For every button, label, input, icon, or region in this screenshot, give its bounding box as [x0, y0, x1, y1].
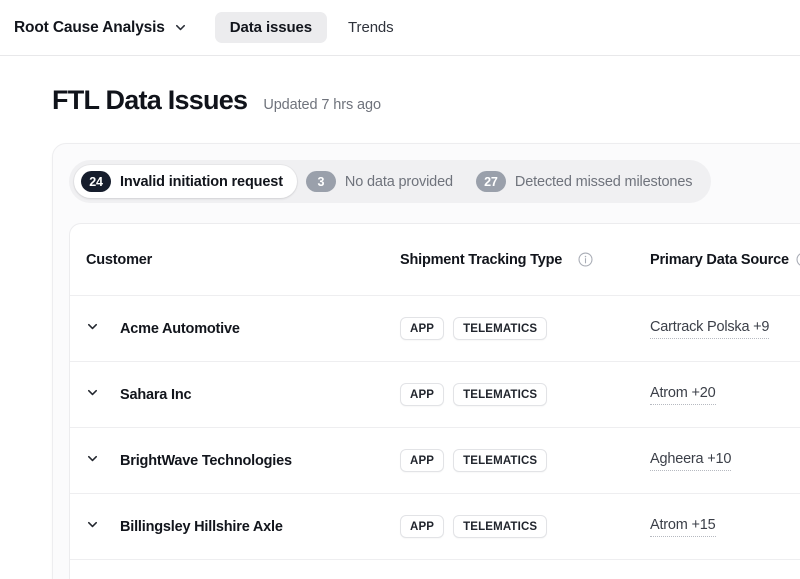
- tab-trends-label: Trends: [348, 19, 394, 36]
- row-expand-chevron-down-icon[interactable]: [86, 386, 99, 404]
- column-header-primary-data-source[interactable]: Primary Data Source: [650, 251, 800, 269]
- page-header: FTL Data Issues Updated 7 hrs ago: [0, 56, 800, 116]
- cell-customer: Sahara Inc: [70, 386, 400, 404]
- tracking-type-chip[interactable]: APP: [400, 383, 445, 406]
- primary-data-source-value[interactable]: Atrom +20: [650, 385, 716, 405]
- tracking-type-chip[interactable]: TELEMATICS: [453, 515, 548, 538]
- filter-pill-count: 24: [81, 171, 111, 192]
- filter-pill-invalid-initiation-request[interactable]: 24 Invalid initiation request: [74, 165, 297, 198]
- tracking-type-chip[interactable]: APP: [400, 317, 445, 340]
- table-row[interactable]: Sahara Inc APP TELEMATICS Atrom +20: [70, 362, 800, 428]
- filter-pill-count: 27: [475, 171, 506, 192]
- row-expand-chevron-down-icon[interactable]: [86, 452, 99, 470]
- root-cause-analysis-dropdown[interactable]: Root Cause Analysis: [14, 15, 193, 41]
- data-issues-panel: 24 Invalid initiation request 3 No data …: [52, 143, 800, 579]
- column-header-shipment-tracking-type[interactable]: Shipment Tracking Type: [400, 251, 650, 269]
- row-expand-chevron-down-icon[interactable]: [86, 320, 99, 338]
- column-header-primary-data-source-label: Primary Data Source: [650, 251, 789, 268]
- table-row[interactable]: Acme Automotive APP TELEMATICS Cartrack …: [70, 296, 800, 362]
- customer-name: BrightWave Technologies: [120, 452, 292, 469]
- top-navigation-bar: Root Cause Analysis Data issues Trends: [0, 0, 800, 56]
- cell-shipment-tracking-type: APP TELEMATICS: [400, 317, 650, 340]
- tracking-type-chip[interactable]: TELEMATICS: [453, 317, 548, 340]
- cell-customer: Billingsley Hillshire Axle: [70, 518, 400, 536]
- tracking-type-chip[interactable]: APP: [400, 449, 445, 472]
- filter-pill-label: Invalid initiation request: [120, 173, 283, 190]
- filter-pill-label: Detected missed milestones: [514, 173, 693, 190]
- column-header-customer-label: Customer: [86, 251, 153, 268]
- info-circle-icon[interactable]: [571, 251, 593, 269]
- filter-pill-label: No data provided: [344, 173, 453, 190]
- last-updated-label: Updated 7 hrs ago: [263, 97, 381, 113]
- cell-customer: Acme Automotive: [70, 320, 400, 338]
- cell-primary-data-source: Atrom +15: [650, 517, 800, 537]
- primary-data-source-value[interactable]: Atrom +15: [650, 517, 716, 537]
- row-expand-chevron-down-icon[interactable]: [86, 518, 99, 536]
- tracking-type-chip[interactable]: APP: [400, 515, 445, 538]
- app-root: Root Cause Analysis Data issues Trends F…: [0, 0, 800, 579]
- cell-primary-data-source: Cartrack Polska +9: [650, 319, 800, 339]
- cell-shipment-tracking-type: APP TELEMATICS: [400, 383, 650, 406]
- filter-pill-no-data-provided[interactable]: 3 No data provided: [299, 165, 467, 198]
- page-title: FTL Data Issues: [52, 85, 248, 115]
- nav-title-label: Root Cause Analysis: [14, 18, 165, 36]
- tab-data-issues[interactable]: Data issues: [214, 12, 328, 43]
- tab-trends[interactable]: Trends: [333, 12, 409, 43]
- tracking-type-chip[interactable]: TELEMATICS: [453, 449, 548, 472]
- column-header-customer[interactable]: Customer: [70, 252, 400, 268]
- chevron-down-icon: [174, 21, 187, 34]
- customer-name: Acme Automotive: [120, 320, 240, 337]
- table-header-row: Customer Shipment Tracking Type Primary …: [70, 224, 800, 296]
- column-header-shipment-tracking-type-label: Shipment Tracking Type: [400, 251, 563, 268]
- info-circle-icon[interactable]: [789, 251, 800, 269]
- cell-shipment-tracking-type: APP TELEMATICS: [400, 449, 650, 472]
- filter-pill-count: 3: [305, 171, 336, 192]
- table-row[interactable]: Billingsley Hillshire Axle APP TELEMATIC…: [70, 494, 800, 560]
- cell-primary-data-source: Atrom +20: [650, 385, 800, 405]
- cell-shipment-tracking-type: APP TELEMATICS: [400, 515, 650, 538]
- table-row[interactable]: [70, 560, 800, 579]
- filter-pill-detected-missed-milestones[interactable]: 27 Detected missed milestones: [469, 165, 706, 198]
- customer-name: Sahara Inc: [120, 386, 192, 403]
- cell-customer: BrightWave Technologies: [70, 452, 400, 470]
- customer-name: Billingsley Hillshire Axle: [120, 518, 283, 535]
- cell-primary-data-source: Agheera +10: [650, 451, 800, 471]
- tracking-type-chip[interactable]: TELEMATICS: [453, 383, 548, 406]
- data-issues-table: Customer Shipment Tracking Type Primary …: [69, 223, 800, 579]
- nav-tab-list: Data issues Trends: [214, 12, 409, 43]
- issue-filter-group: 24 Invalid initiation request 3 No data …: [69, 160, 712, 203]
- primary-data-source-value[interactable]: Cartrack Polska +9: [650, 319, 769, 339]
- tab-data-issues-label: Data issues: [229, 19, 313, 36]
- primary-data-source-value[interactable]: Agheera +10: [650, 451, 731, 471]
- table-row[interactable]: BrightWave Technologies APP TELEMATICS A…: [70, 428, 800, 494]
